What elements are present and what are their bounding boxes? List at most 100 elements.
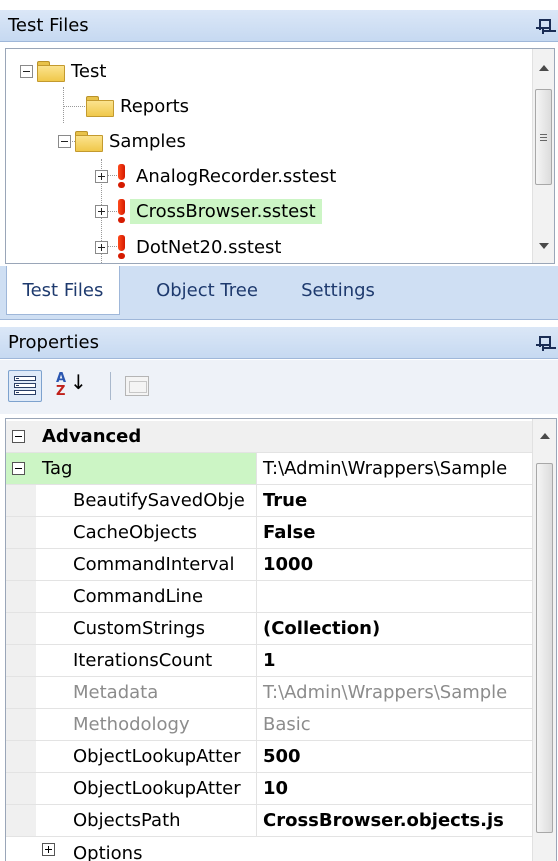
collapse-icon[interactable]: [12, 462, 25, 475]
property-pages-button[interactable]: [120, 370, 154, 402]
alphabetical-button[interactable]: A Z ↓: [52, 370, 87, 402]
grid-vertical-scrollbar[interactable]: [532, 419, 556, 861]
folder-icon: [37, 61, 65, 82]
expand-icon[interactable]: [95, 169, 108, 183]
tab-object-tree[interactable]: Object Tree: [140, 266, 274, 315]
tree-item-label: Samples: [109, 130, 186, 152]
tab-test-files[interactable]: Test Files: [6, 266, 120, 315]
property-name: ObjectsPath: [6, 805, 257, 837]
property-row[interactable]: IterationsCount 1: [6, 645, 532, 677]
tree-item-test[interactable]: Test: [20, 56, 112, 86]
property-name: Metadata: [6, 677, 257, 709]
property-name: CommandInterval: [6, 549, 257, 581]
toolbar-separator: [110, 372, 111, 400]
properties-titlebar: Properties: [0, 327, 558, 359]
test-files-tree[interactable]: Test Reports Samples AnalogRecorder.sste…: [5, 48, 555, 264]
test-files-titlebar: Test Files: [0, 10, 558, 42]
category-header: Advanced: [6, 421, 532, 453]
property-pages-icon: [125, 376, 149, 396]
pin-icon[interactable]: [536, 17, 551, 35]
property-name: ObjectLookupAtter: [6, 773, 257, 805]
exclamation-icon: [114, 198, 130, 224]
property-name-text: ObjectLookupAtter: [73, 778, 241, 799]
category-label: Advanced: [42, 426, 142, 447]
property-value[interactable]: False: [257, 517, 532, 549]
category-row-advanced[interactable]: Advanced: [6, 421, 532, 453]
tree-item-label: Reports: [120, 95, 190, 117]
exclamation-icon: [114, 234, 130, 260]
property-name-text: IterationsCount: [73, 650, 213, 671]
property-row[interactable]: Metadata T:\Admin\Wrappers\Sample: [6, 677, 532, 709]
property-name: CommandLine: [6, 581, 257, 613]
tree-item-samples[interactable]: Samples: [58, 126, 192, 156]
expand-icon[interactable]: [95, 204, 108, 218]
property-name-text: Metadata: [73, 682, 159, 703]
tree-connector: [63, 87, 64, 123]
property-value[interactable]: 500: [257, 741, 532, 773]
tree-item-analogrecorder[interactable]: AnalogRecorder.sstest: [95, 161, 342, 191]
property-value[interactable]: T:\Admin\Wrappers\Sample: [257, 677, 532, 709]
tree-item-label: Test: [71, 60, 107, 82]
tree-item-label: DotNet20.sstest: [136, 236, 282, 258]
property-row[interactable]: Methodology Basic: [6, 709, 532, 741]
property-row-tag[interactable]: Tag T:\Admin\Wrappers\Sample: [6, 453, 532, 485]
property-name-text: Methodology: [73, 714, 190, 735]
tree-item-crossbrowser[interactable]: CrossBrowser.sstest: [95, 196, 322, 226]
tab-settings[interactable]: Settings: [288, 266, 388, 315]
tree-vertical-scrollbar[interactable]: [532, 49, 554, 263]
property-name-text: CacheObjects: [73, 522, 197, 543]
property-value[interactable]: 1: [257, 645, 532, 677]
categorized-button[interactable]: [8, 370, 42, 402]
property-row[interactable]: CustomStrings (Collection): [6, 613, 532, 645]
property-name-text: BeautifySavedObje: [73, 490, 245, 511]
exclamation-icon: [114, 163, 130, 189]
tree-item-dotnet20[interactable]: DotNet20.sstest: [95, 232, 287, 262]
property-value[interactable]: 10: [257, 773, 532, 805]
scroll-thumb[interactable]: [535, 89, 552, 185]
property-value[interactable]: [257, 581, 532, 613]
folder-icon: [86, 96, 114, 117]
collapse-icon[interactable]: [12, 430, 25, 443]
pin-icon[interactable]: [536, 334, 551, 352]
expand-icon[interactable]: [42, 843, 55, 856]
expand-icon[interactable]: [95, 240, 108, 254]
property-row[interactable]: ObjectsPath CrossBrowser.objects.js: [6, 805, 532, 837]
alphabetical-sort-icon: A Z ↓: [56, 370, 87, 399]
categorized-icon: [12, 374, 38, 398]
property-value[interactable]: True: [257, 485, 532, 517]
scroll-up-icon[interactable]: [540, 433, 550, 439]
property-value[interactable]: (Collection): [257, 613, 532, 645]
property-value[interactable]: T:\Admin\Wrappers\Sample: [257, 453, 532, 485]
properties-title: Properties: [8, 332, 99, 353]
property-value[interactable]: CrossBrowser.objects.js: [257, 805, 532, 837]
property-name-text: ObjectsPath: [73, 810, 181, 831]
property-name: Options: [6, 837, 257, 861]
property-value[interactable]: Basic: [257, 709, 532, 741]
property-name-text: CommandLine: [73, 586, 204, 607]
tree-item-reports[interactable]: Reports: [86, 91, 195, 121]
property-value[interactable]: 1000: [257, 549, 532, 581]
scroll-thumb[interactable]: [536, 463, 553, 833]
collapse-icon[interactable]: [20, 64, 33, 78]
property-name: IterationsCount: [6, 645, 257, 677]
folder-icon: [75, 131, 103, 152]
property-name: BeautifySavedObje: [6, 485, 257, 517]
collapse-icon[interactable]: [58, 134, 71, 148]
scroll-down-icon[interactable]: [539, 243, 549, 249]
property-name: Methodology: [6, 709, 257, 741]
property-name: CacheObjects: [6, 517, 257, 549]
property-name-text: ObjectLookupAtter: [73, 746, 241, 767]
property-row[interactable]: CacheObjects False: [6, 517, 532, 549]
property-row[interactable]: CommandInterval 1000: [6, 549, 532, 581]
property-name: ObjectLookupAtter: [6, 741, 257, 773]
property-row[interactable]: BeautifySavedObje True: [6, 485, 532, 517]
property-row[interactable]: ObjectLookupAtter 10: [6, 773, 532, 805]
scroll-up-icon[interactable]: [539, 65, 549, 71]
property-name: Tag: [6, 453, 257, 485]
property-row[interactable]: ObjectLookupAtter 500: [6, 741, 532, 773]
tree-connector: [63, 106, 85, 107]
property-row[interactable]: CommandLine: [6, 581, 532, 613]
property-name-text: CommandInterval: [73, 554, 235, 575]
panel-tabs: Test Files Object Tree Settings: [0, 266, 558, 320]
property-row-options[interactable]: Options: [6, 837, 532, 861]
